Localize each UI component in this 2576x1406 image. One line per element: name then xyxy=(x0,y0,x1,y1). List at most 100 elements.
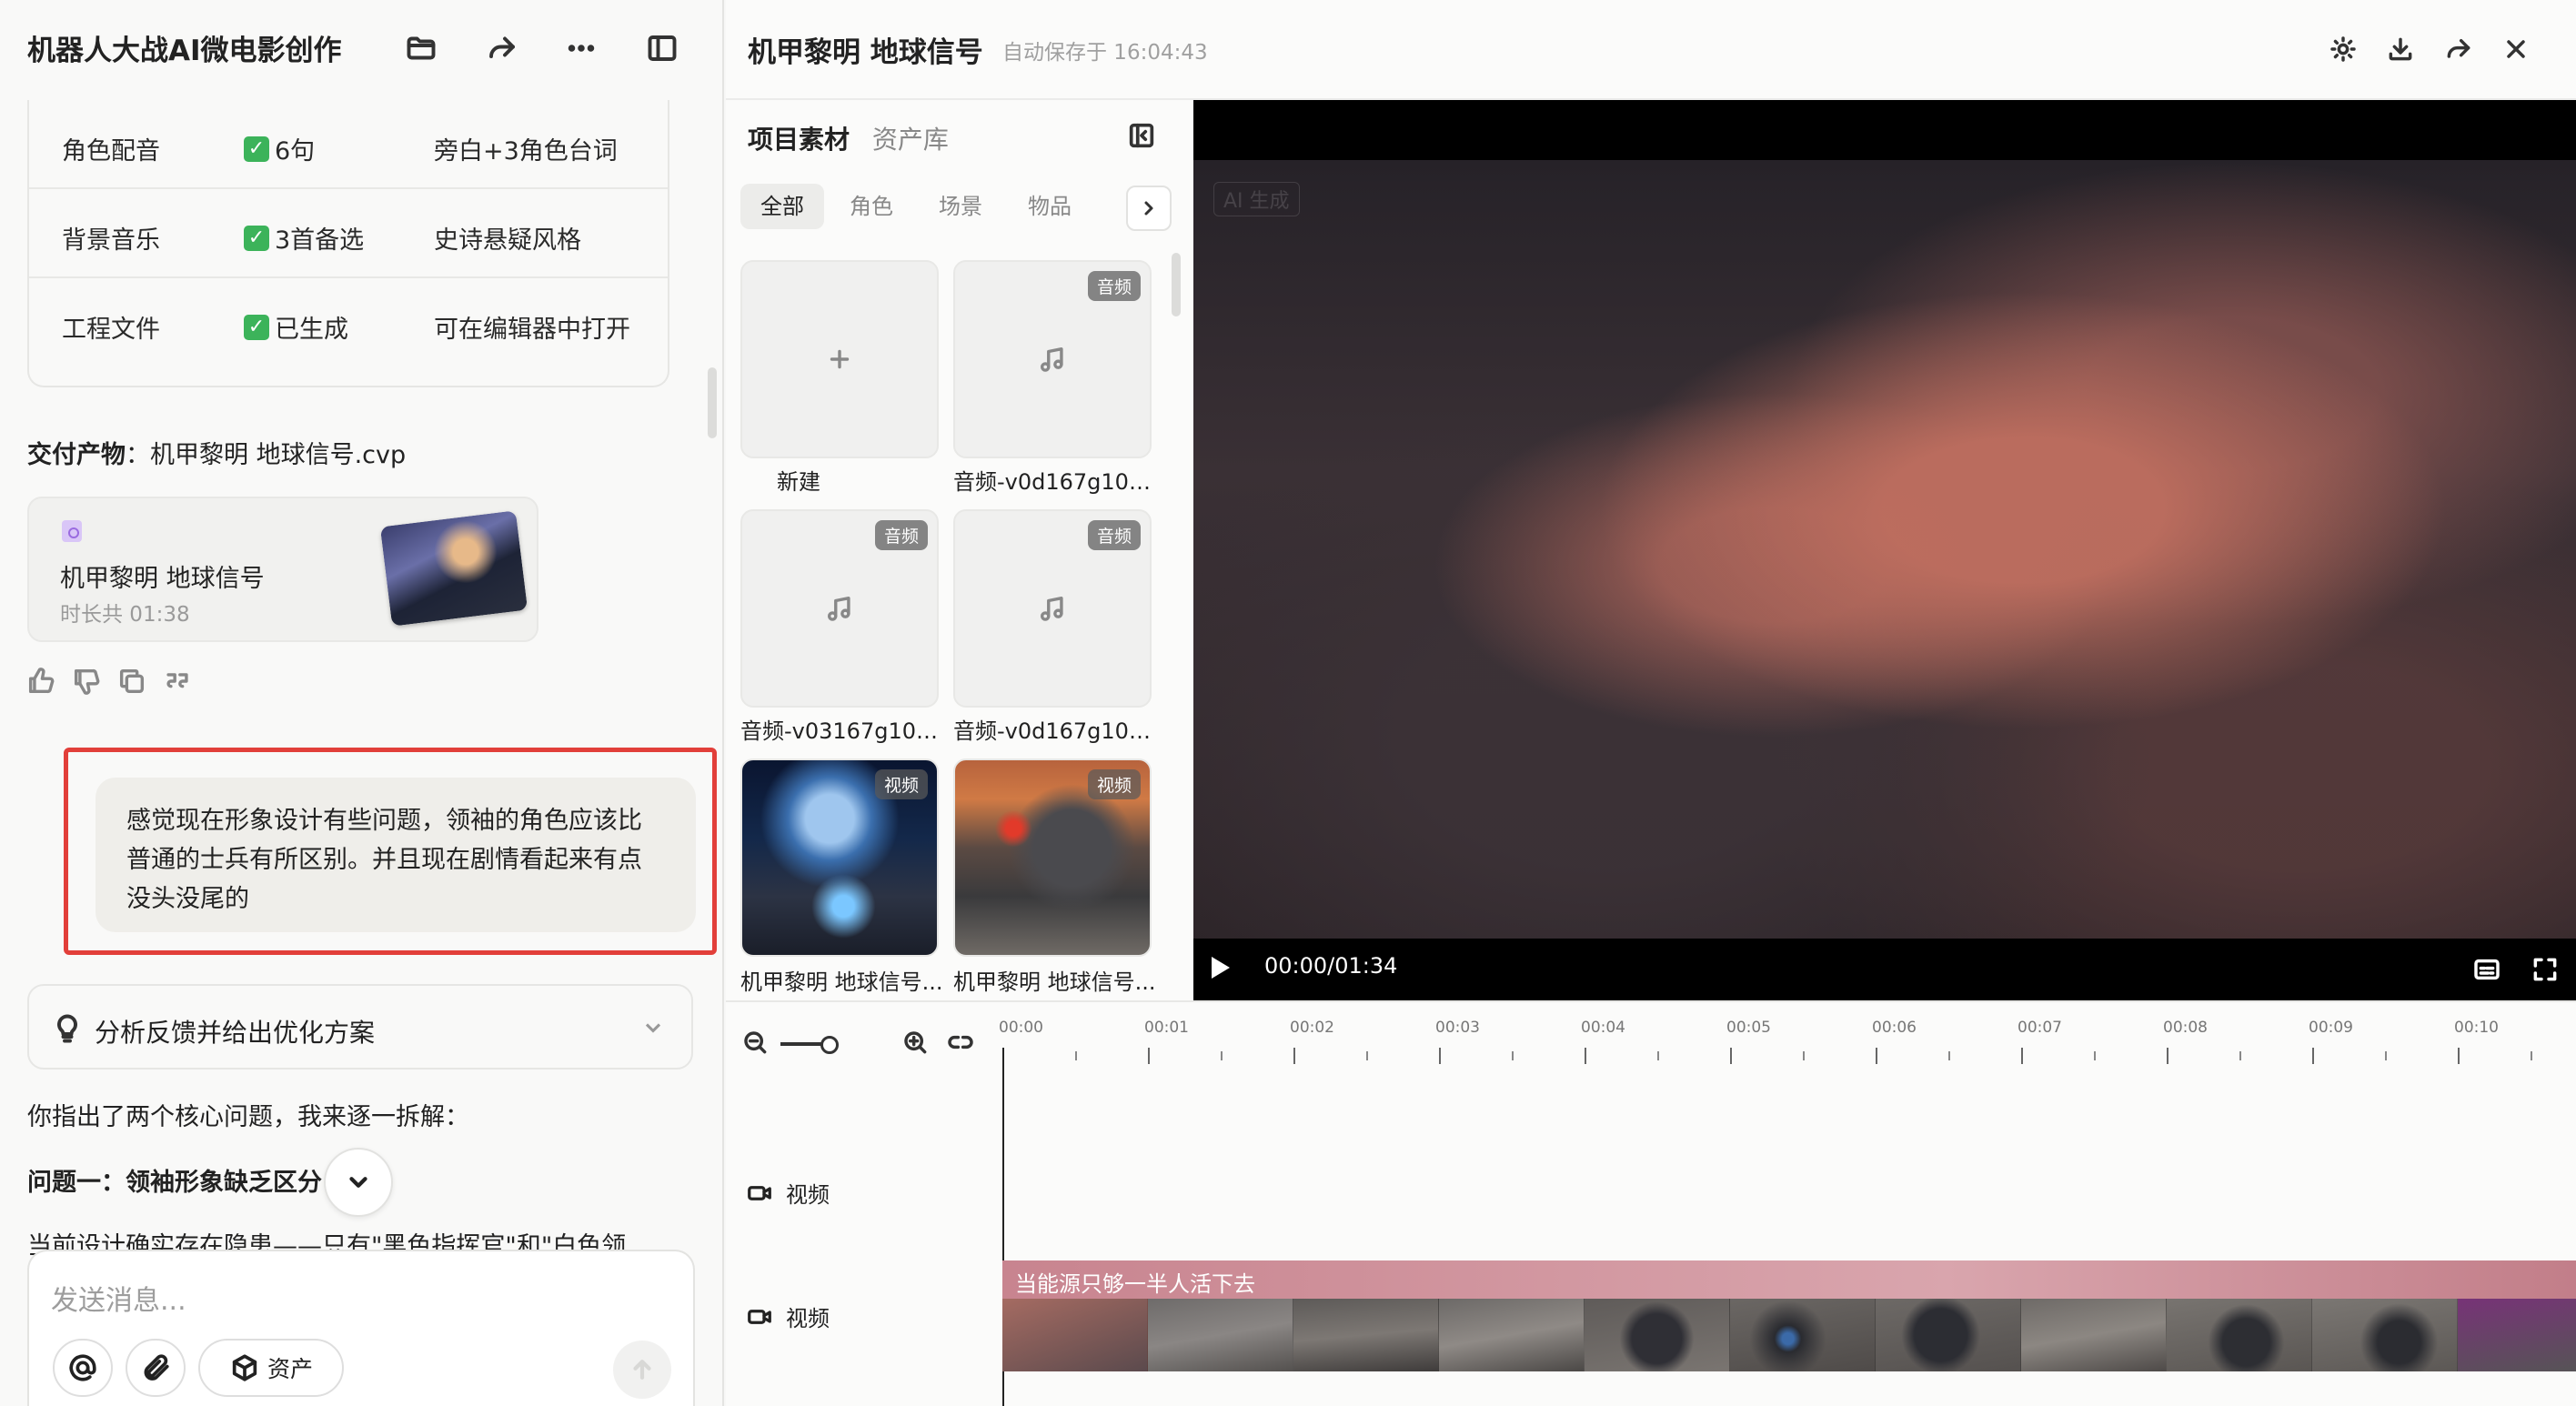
sidebar-toggle-icon[interactable] xyxy=(643,29,681,67)
track-label-video-2: 视频 xyxy=(746,1301,830,1332)
subtitles-icon[interactable] xyxy=(2472,955,2501,988)
asset-type-badge: 视频 xyxy=(1087,769,1141,799)
more-icon[interactable] xyxy=(562,29,600,67)
filter-scenes[interactable]: 场景 xyxy=(919,184,1002,229)
ruler-minor-tick xyxy=(1221,1051,1223,1060)
filters-next-button[interactable] xyxy=(1126,186,1172,231)
video-asset-tile[interactable]: 视频 xyxy=(740,758,939,957)
clip-thumbnails xyxy=(1002,1299,2576,1371)
asset-label: 新建 xyxy=(777,469,820,495)
thumbs-down-icon[interactable] xyxy=(71,666,102,700)
timeline: 00:00 00:01 00:02 00:03 00:04 00:05 00:06 00:07… xyxy=(726,1000,2576,1406)
audio-asset-tile[interactable]: 音频 xyxy=(740,509,939,708)
ruler-major-tick xyxy=(2021,1048,2023,1064)
ruler-major-tick xyxy=(1730,1048,1732,1064)
send-button[interactable] xyxy=(613,1341,671,1399)
asset-type-badge: 视频 xyxy=(874,769,928,799)
cube-icon xyxy=(232,1354,257,1381)
project-title: 机甲黎明 地球信号 xyxy=(748,36,983,69)
ruler-major-tick xyxy=(2167,1048,2168,1064)
autosave-status: 自动保存于 16:04:43 xyxy=(1002,41,1208,65)
asset-label: 音频-v0d167g100... xyxy=(953,718,1159,744)
filter-items[interactable]: 物品 xyxy=(1008,184,1092,229)
ruler-minor-tick xyxy=(1948,1051,1950,1060)
asset-scrollbar[interactable] xyxy=(1172,253,1181,316)
scroll-to-bottom-button[interactable] xyxy=(324,1148,393,1217)
chat-header: 机器人大战AI微电影创作 xyxy=(0,0,722,96)
music-note-icon xyxy=(1040,346,1063,372)
video-clip[interactable]: 当能源只够一半人活下去 xyxy=(1002,1260,2576,1371)
ruler-tick-label: 00:01 xyxy=(1144,1019,1189,1037)
zoom-out-icon[interactable] xyxy=(740,1028,770,1060)
assets-button[interactable]: 资产 xyxy=(198,1339,344,1397)
zoom-in-icon[interactable] xyxy=(901,1028,930,1060)
ruler-minor-tick xyxy=(1803,1051,1805,1060)
project-file-icon xyxy=(62,520,82,542)
ruler-tick-label: 00:09 xyxy=(2309,1019,2353,1037)
chat-scrollbar[interactable] xyxy=(708,367,717,438)
share-icon[interactable] xyxy=(483,29,521,67)
download-icon[interactable] xyxy=(2382,31,2419,67)
message-composer: 资产 xyxy=(27,1250,695,1406)
fullscreen-icon[interactable] xyxy=(2531,955,2560,988)
video-player[interactable]: AI 生成 00:00/01:34 xyxy=(1193,100,2576,1000)
message-actions xyxy=(25,666,193,700)
chevron-right-icon xyxy=(1144,201,1153,216)
ruler-major-tick xyxy=(1876,1048,1877,1064)
ruler-tick-label: 00:03 xyxy=(1435,1019,1480,1037)
ruler-tick-label: 00:04 xyxy=(1581,1019,1625,1037)
music-note-icon xyxy=(1040,596,1063,621)
video-editor: 机甲黎明 地球信号 自动保存于 16:04:43 项目素材 资产库 全部 角色 … xyxy=(726,0,2576,1406)
tab-asset-library[interactable]: 资产库 xyxy=(872,125,949,155)
filter-characters[interactable]: 角色 xyxy=(830,184,913,229)
quote-icon[interactable] xyxy=(162,666,193,700)
copy-icon[interactable] xyxy=(116,666,147,700)
table-row: 背景音乐 ✓ 3首备选 史诗悬疑风格 xyxy=(29,189,668,278)
asset-label: 机甲黎明 地球信号... xyxy=(740,969,943,995)
collapse-panel-icon[interactable] xyxy=(1126,120,1157,155)
ruler-tick-label: 00:06 xyxy=(1872,1019,1917,1037)
player-controls: 00:00/01:34 xyxy=(1193,939,2576,1000)
project-file-card[interactable]: 机甲黎明 地球信号 时长共 01:38 xyxy=(27,497,538,642)
close-icon[interactable] xyxy=(2498,31,2534,67)
reply-heading: 问题一：领袖形象缺乏区分 xyxy=(27,1169,322,1197)
analysis-label: 分析反馈并给出优化方案 xyxy=(95,1018,376,1048)
ruler-major-tick xyxy=(2458,1048,2460,1064)
audio-asset-tile[interactable]: 音频 xyxy=(953,260,1152,458)
link-icon[interactable] xyxy=(946,1028,975,1060)
ruler-tick-label: 00:08 xyxy=(2163,1019,2208,1037)
zoom-slider[interactable] xyxy=(780,1036,839,1054)
brightness-icon[interactable] xyxy=(2325,31,2361,67)
chat-title: 机器人大战AI微电影创作 xyxy=(27,35,342,67)
share-icon[interactable] xyxy=(2440,31,2477,67)
zoom-controls xyxy=(740,1028,975,1060)
audio-asset-tile[interactable]: 音频 xyxy=(953,509,1152,708)
folder-icon[interactable] xyxy=(402,29,440,67)
filter-all[interactable]: 全部 xyxy=(740,184,824,229)
ruler-tick-label: 00:00 xyxy=(999,1019,1043,1037)
play-icon[interactable] xyxy=(1212,957,1230,979)
analysis-collapsible[interactable]: 分析反馈并给出优化方案 xyxy=(27,984,693,1070)
time-ruler[interactable]: 00:00 00:01 00:02 00:03 00:04 00:05 00:06 00:07… xyxy=(999,1019,2576,1064)
highlighted-user-message: 感觉现在形象设计有些问题，领袖的角色应该比 普通的士兵有所区别。并且现在剧情看起… xyxy=(64,748,717,955)
video-camera-icon xyxy=(748,1309,771,1324)
deliverables-table: 角色配音 ✓ 6句 旁白+3角色台词 背景音乐 ✓ 3首备选 史诗悬疑风格 工程文件… xyxy=(27,100,669,387)
new-asset-tile[interactable] xyxy=(740,260,939,458)
file-duration: 时长共 01:38 xyxy=(60,603,190,627)
ruler-minor-tick xyxy=(1075,1051,1077,1060)
check-icon: ✓ xyxy=(244,314,269,340)
mention-button[interactable] xyxy=(53,1339,113,1397)
chevron-down-icon xyxy=(349,1177,367,1188)
music-note-icon xyxy=(827,596,850,621)
video-frame: AI 生成 xyxy=(1193,160,2576,939)
ruler-tick-label: 00:05 xyxy=(1726,1019,1771,1037)
ruler-minor-tick xyxy=(2239,1051,2241,1060)
video-asset-tile[interactable]: 视频 xyxy=(953,758,1152,957)
asset-panel: 项目素材 资产库 全部 角色 场景 物品 新建 音频 音频-v0d167g100… xyxy=(726,100,1193,1000)
ruler-minor-tick xyxy=(2531,1051,2532,1060)
tab-project-assets[interactable]: 项目素材 xyxy=(748,125,850,155)
message-input[interactable] xyxy=(51,1280,633,1321)
ruler-tick-label: 00:02 xyxy=(1290,1019,1334,1037)
attach-button[interactable] xyxy=(126,1339,186,1397)
thumbs-up-icon[interactable] xyxy=(25,666,56,700)
